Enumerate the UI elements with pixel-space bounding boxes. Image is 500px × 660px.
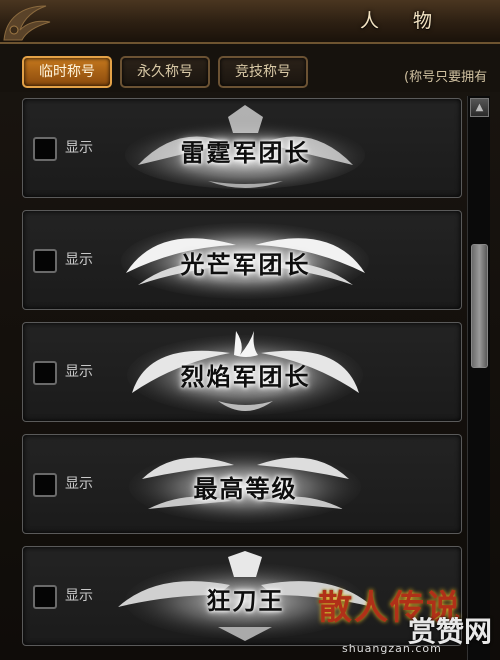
show-checkbox[interactable] xyxy=(33,585,57,609)
watermark-url-text: shuangzan.com xyxy=(342,642,442,655)
show-checkbox[interactable] xyxy=(33,249,57,273)
scroll-up-icon[interactable]: ▲ xyxy=(470,98,489,117)
title-badge-text: 光芒军团长 xyxy=(180,250,311,279)
show-checkbox[interactable] xyxy=(33,361,57,385)
show-label: 显示 xyxy=(65,140,93,156)
title-badge: 最高等级 xyxy=(118,439,373,529)
title-badge: 雷霆军团长 xyxy=(118,103,373,193)
title-badge-text: 烈焰军团长 xyxy=(180,362,311,391)
tab-permanent-titles[interactable]: 永久称号 xyxy=(120,56,210,88)
show-label: 显示 xyxy=(65,364,93,380)
list-item: 显示 光芒军团长 xyxy=(22,210,462,310)
show-label: 显示 xyxy=(65,476,93,492)
list-item: 显示 烈焰军团长 xyxy=(22,322,462,422)
title-bar: 人 物 xyxy=(0,0,500,44)
show-checkbox[interactable] xyxy=(33,473,57,497)
watermark-logo: 散人传说 赏赞网 shuangzan.com xyxy=(318,572,500,660)
tab-arena-titles[interactable]: 竞技称号 xyxy=(218,56,308,88)
tab-temporary-titles[interactable]: 临时称号 xyxy=(22,56,112,88)
show-label: 显示 xyxy=(65,588,93,604)
window-title: 人 物 xyxy=(360,10,447,32)
title-badge: 烈焰军团长 xyxy=(118,327,373,417)
corner-ornament-icon xyxy=(3,5,51,41)
title-badge-text: 最高等级 xyxy=(193,474,298,503)
title-badge: 光芒军团长 xyxy=(118,215,373,305)
tab-bar: 临时称号 永久称号 竞技称号 (称号只要拥有 xyxy=(0,44,500,92)
show-checkbox[interactable] xyxy=(33,137,57,161)
title-badge-text: 雷霆军团长 xyxy=(180,138,311,167)
list-item: 显示 最高等级 xyxy=(22,434,462,534)
scroll-thumb[interactable] xyxy=(471,244,488,368)
list-item: 显示 雷霆军团长 xyxy=(22,98,462,198)
show-label: 显示 xyxy=(65,252,93,268)
character-window: 人 物 临时称号 永久称号 竞技称号 (称号只要拥有 显示 雷霆军团长 显示 光… xyxy=(0,0,500,660)
title-hint-text: (称号只要拥有 xyxy=(404,70,488,85)
